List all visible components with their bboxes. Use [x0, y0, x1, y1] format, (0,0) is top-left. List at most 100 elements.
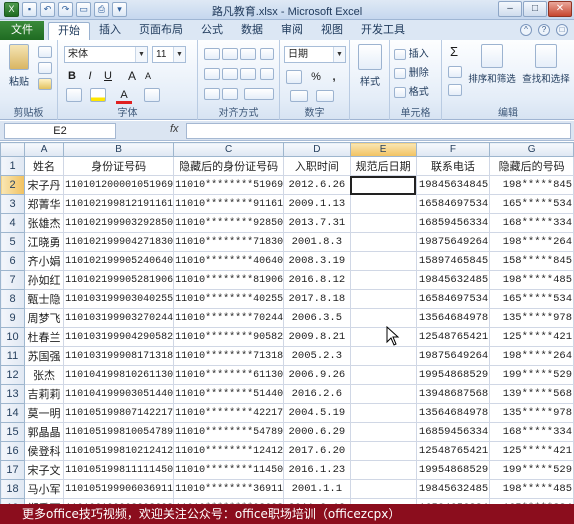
phonetic-icon[interactable]: [144, 88, 160, 102]
comma-button[interactable]: ,: [326, 69, 342, 85]
hire-date-cell[interactable]: 2017.6.20: [283, 441, 351, 461]
name-cell[interactable]: 郭晶晶: [24, 422, 65, 442]
hire-date-cell[interactable]: 2008.3.19: [283, 251, 351, 271]
masked-phone-cell[interactable]: 165*****534: [489, 194, 574, 214]
formula-input[interactable]: [186, 123, 571, 139]
id-number-cell[interactable]: 110102199905240640: [63, 251, 175, 271]
worksheet-grid[interactable]: ABCDEFG 1 姓名 身份证号码 隐藏后的身份证号码 入职时间 规范后日期 联系电话 隐藏…: [0, 142, 574, 504]
tab-file[interactable]: 文件: [0, 21, 44, 40]
name-cell[interactable]: 吉莉莉: [24, 384, 65, 404]
name-cell[interactable]: 莫一明: [24, 403, 65, 423]
normalized-date-cell[interactable]: [349, 384, 417, 404]
name-cell[interactable]: 侯登科: [24, 441, 65, 461]
header-cell[interactable]: 身份证号码: [63, 156, 175, 176]
orientation-icon[interactable]: [260, 48, 274, 60]
hire-date-cell[interactable]: 2006.3.5: [283, 308, 351, 328]
header-cell[interactable]: 入职时间: [283, 156, 351, 176]
masked-id-cell[interactable]: 11010********54789: [173, 422, 285, 442]
phone-cell[interactable]: 19875649264: [415, 346, 491, 366]
normalized-date-cell[interactable]: [349, 232, 417, 252]
phone-cell[interactable]: 19845634845: [415, 175, 491, 195]
phone-cell[interactable]: 16859456334: [415, 422, 491, 442]
masked-id-cell[interactable]: 11010********36911: [173, 479, 285, 499]
normalized-date-cell[interactable]: [349, 308, 417, 328]
column-header-G[interactable]: G: [489, 142, 574, 157]
hire-date-cell[interactable]: 2013.7.31: [283, 213, 351, 233]
row-header[interactable]: 7: [0, 270, 26, 290]
masked-phone-cell[interactable]: 168*****334: [489, 213, 574, 233]
header-cell[interactable]: 隐藏后的身份证号码: [173, 156, 285, 176]
phone-cell[interactable]: 19845632485: [415, 270, 491, 290]
id-number-cell[interactable]: 110103199904290582: [63, 327, 175, 347]
normalized-date-cell[interactable]: [349, 289, 417, 309]
row-header[interactable]: 10: [0, 327, 26, 347]
hire-date-cell[interactable]: 2009.1.13: [283, 194, 351, 214]
minimize-button[interactable]: –: [498, 1, 522, 17]
name-cell[interactable]: 宋子文: [24, 460, 65, 480]
normalized-date-cell[interactable]: [349, 270, 417, 290]
ribbon-minimize-icon[interactable]: ^: [520, 24, 532, 36]
hire-date-cell[interactable]: 2001.8.3: [283, 232, 351, 252]
phone-cell[interactable]: 16859456334: [415, 213, 491, 233]
id-number-cell[interactable]: 110104199810261130: [63, 365, 175, 385]
normalized-date-cell[interactable]: [349, 479, 417, 499]
tab-2[interactable]: 页面布局: [130, 22, 192, 40]
font-size-combo[interactable]: 11 ▼: [152, 46, 186, 63]
align-bottom-icon[interactable]: [240, 48, 256, 60]
increase-decimal-icon[interactable]: [290, 90, 308, 102]
masked-id-cell[interactable]: 11010********71830: [173, 232, 285, 252]
masked-phone-cell[interactable]: 139*****568: [489, 384, 574, 404]
row-header[interactable]: 2: [0, 175, 26, 195]
find-select-button[interactable]: 查找和选择: [520, 44, 572, 85]
id-number-cell[interactable]: 110105199810212412: [63, 441, 175, 461]
fill-icon[interactable]: [448, 66, 462, 78]
column-header-C[interactable]: C: [173, 142, 285, 157]
row-header[interactable]: 14: [0, 403, 26, 423]
bold-button[interactable]: B: [64, 68, 80, 84]
phone-cell[interactable]: 13564684978: [415, 403, 491, 423]
insert-cells-button[interactable]: 插入: [394, 45, 440, 60]
id-number-cell[interactable]: 110102199812191161: [63, 194, 175, 214]
autosum-icon[interactable]: Σ: [446, 44, 462, 60]
masked-id-cell[interactable]: 11010********81906: [173, 270, 285, 290]
header-cell[interactable]: 规范后日期: [349, 156, 417, 176]
active-cell[interactable]: [349, 175, 417, 195]
masked-phone-cell[interactable]: 198*****845: [489, 175, 574, 195]
id-number-cell[interactable]: 110102199903292850: [63, 213, 175, 233]
decrease-decimal-icon[interactable]: [316, 90, 334, 102]
masked-id-cell[interactable]: 11010********51969: [173, 175, 285, 195]
name-cell[interactable]: 齐小娟: [24, 251, 65, 271]
id-number-cell[interactable]: 110103199903270244: [63, 308, 175, 328]
row-header[interactable]: 4: [0, 213, 26, 233]
copy-icon[interactable]: [38, 62, 52, 74]
row-header[interactable]: 11: [0, 346, 26, 366]
tab-0[interactable]: 开始: [48, 22, 90, 40]
column-header-E[interactable]: E: [349, 142, 417, 157]
hire-date-cell[interactable]: 2000.6.29: [283, 422, 351, 442]
fill-color-icon[interactable]: [90, 88, 106, 102]
masked-phone-cell[interactable]: 168*****334: [489, 422, 574, 442]
phone-cell[interactable]: 19875649264: [415, 232, 491, 252]
name-box[interactable]: E2: [4, 123, 116, 139]
row-header[interactable]: 6: [0, 251, 26, 271]
masked-id-cell[interactable]: 11010********11450: [173, 460, 285, 480]
hire-date-cell[interactable]: 2012.6.26: [283, 175, 351, 195]
decrease-indent-icon[interactable]: [204, 88, 220, 100]
masked-id-cell[interactable]: 11010********40255: [173, 289, 285, 309]
help-icon[interactable]: ?: [538, 24, 550, 36]
wrap-text-icon[interactable]: [260, 68, 274, 80]
align-left-icon[interactable]: [204, 68, 220, 80]
id-number-cell[interactable]: 110104199903051440: [63, 384, 175, 404]
masked-id-cell[interactable]: 11010********61130: [173, 365, 285, 385]
phone-cell[interactable]: 12548765421: [415, 441, 491, 461]
row-header[interactable]: 3: [0, 194, 26, 214]
id-number-cell[interactable]: 110103199908171318: [63, 346, 175, 366]
tab-1[interactable]: 插入: [90, 22, 130, 40]
styles-button[interactable]: 样式: [355, 44, 385, 88]
paste-button[interactable]: 粘贴: [6, 44, 32, 88]
phone-cell[interactable]: 12548765421: [415, 327, 491, 347]
name-cell[interactable]: 甄士隐: [24, 289, 65, 309]
row-header[interactable]: 12: [0, 365, 26, 385]
masked-phone-cell[interactable]: 199*****529: [489, 460, 574, 480]
align-right-icon[interactable]: [240, 68, 256, 80]
